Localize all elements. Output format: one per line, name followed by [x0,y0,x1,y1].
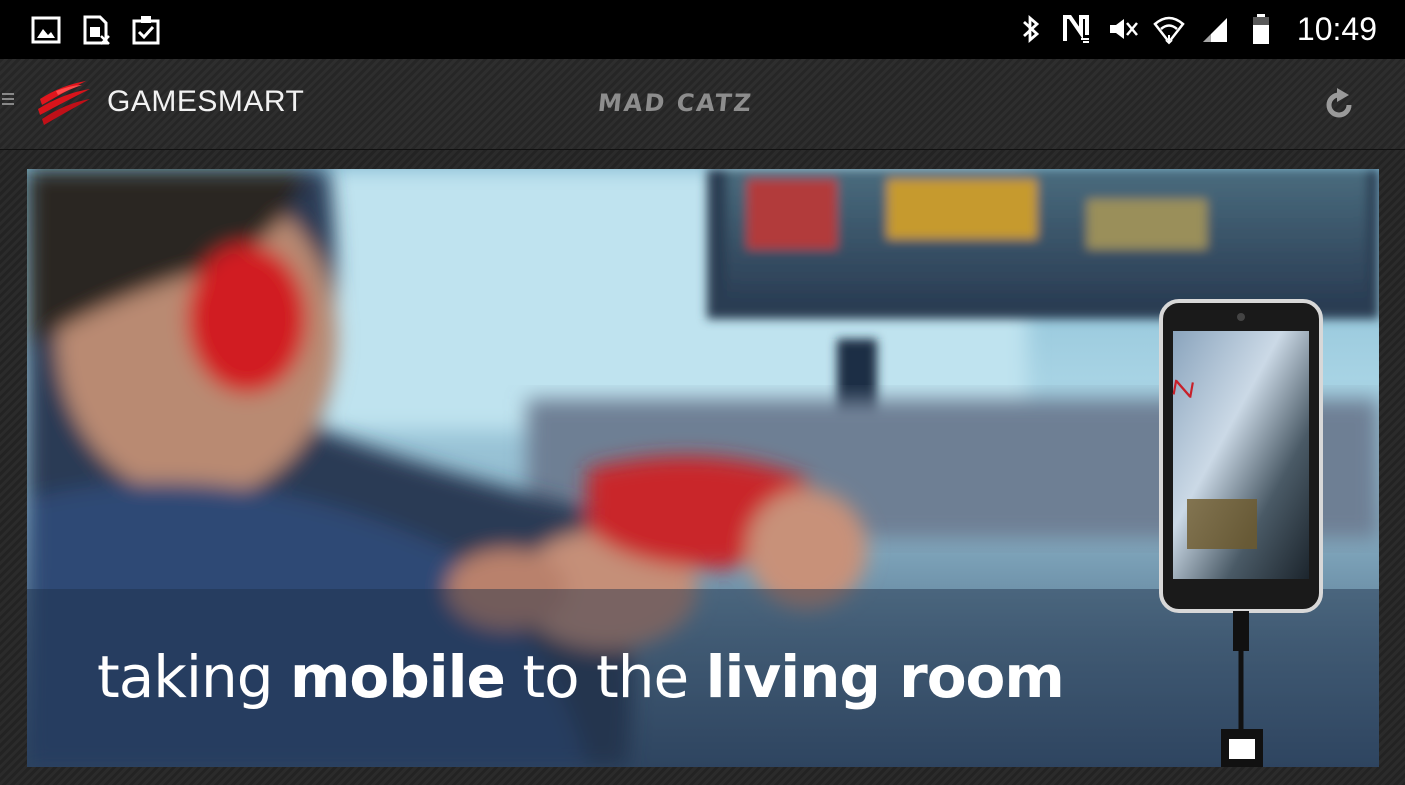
wifi-icon [1153,16,1185,45]
notification-icons [30,14,162,46]
mad-catz-logo[interactable] [36,79,92,125]
caption-part-mobile: mobile [290,643,506,711]
signal-icon [1202,18,1227,42]
gallery-icon [31,16,61,44]
promo-banner[interactable]: Z taking mobile to the living room [27,169,1379,767]
content-area: Z taking mobile to the living room [0,150,1405,785]
status-time: 10:49 [1296,11,1377,47]
mute-icon [1109,19,1138,39]
status-bar: 10:49 [0,0,1405,59]
action-bar: GAMESMART MAD CATZ [0,59,1405,150]
caption-part-living-room: living room [705,643,1065,711]
brand-wordmark: MAD CATZ [596,89,755,117]
sim-card-icon [83,15,110,45]
clipboard-check-icon [132,16,160,45]
menu-icon[interactable] [2,93,14,107]
app-title: GAMESMART [107,85,305,118]
nfc-icon [1062,15,1089,43]
banner-caption: taking mobile to the living room [97,643,1065,711]
caption-part-taking: taking [97,643,290,711]
battery-icon [1252,14,1269,44]
caption-part-to-the: to the [504,643,706,711]
bluetooth-icon [1022,14,1040,44]
system-icons: 10:49 [1015,10,1377,48]
refresh-icon[interactable] [1319,86,1359,126]
